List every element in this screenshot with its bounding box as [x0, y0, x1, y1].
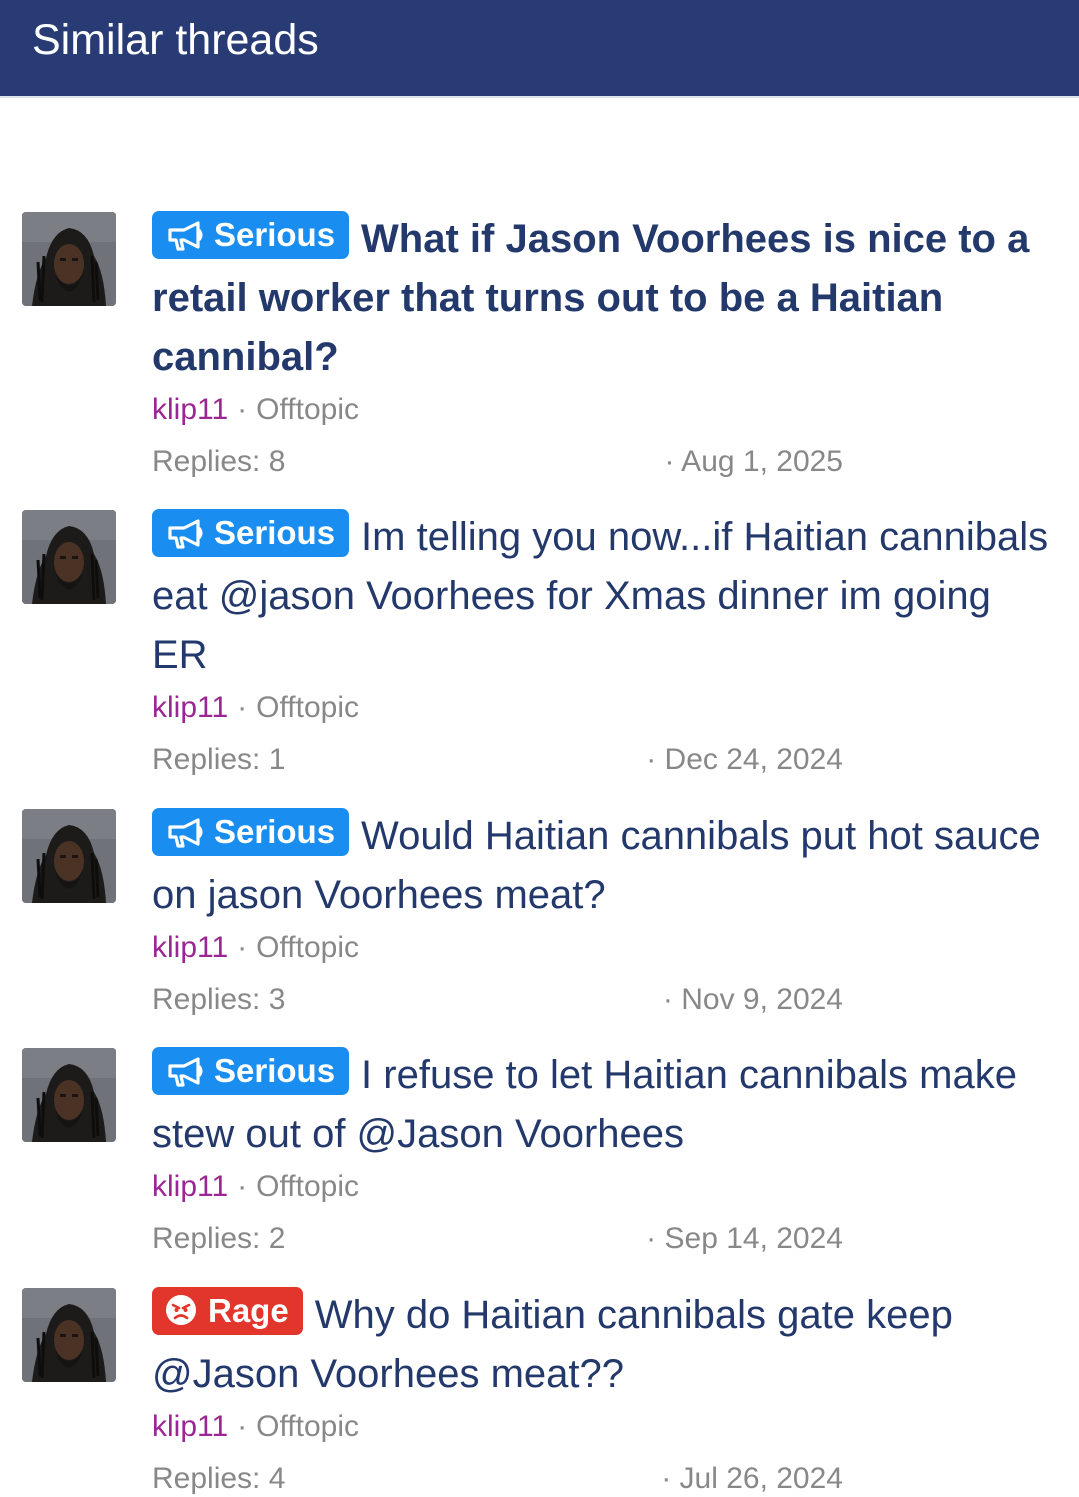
- thread-prefix-serious[interactable]: Serious: [152, 808, 350, 856]
- meta-separator: ·: [237, 1170, 248, 1203]
- thread-prefix-serious[interactable]: Serious: [152, 211, 350, 259]
- thread-prefix-serious[interactable]: Serious: [152, 1047, 350, 1095]
- thread-meta: klip11 · Offtopic: [152, 1169, 359, 1205]
- thread-prefix-label: Serious: [214, 1052, 336, 1089]
- reply-count: Replies: 4: [152, 1462, 286, 1495]
- forum-link[interactable]: Offtopic: [256, 691, 359, 724]
- thread-prefix-label: Rage: [208, 1292, 289, 1329]
- meta-separator: ·: [237, 931, 248, 964]
- avatar[interactable]: [22, 809, 116, 903]
- angry-face-icon: [164, 1292, 198, 1340]
- thread-meta: klip11 · Offtopic: [152, 392, 359, 428]
- megaphone-icon: [166, 514, 204, 562]
- reply-count: Replies: 8: [152, 445, 286, 478]
- thread-meta: klip11 · Offtopic: [152, 930, 359, 966]
- thread-title-link[interactable]: Serious What if Jason Voorhees is nice to…: [152, 210, 1057, 387]
- author-link[interactable]: klip11: [152, 931, 228, 964]
- avatar[interactable]: [22, 212, 116, 306]
- thread-date[interactable]: · Aug 1, 2025: [665, 444, 843, 480]
- thread-prefix-label: Serious: [214, 514, 336, 551]
- thread-meta: klip11 · Offtopic: [152, 1409, 359, 1445]
- thread-title-link[interactable]: Serious Would Haitian cannibals put hot s…: [152, 807, 1057, 925]
- thread-title-link[interactable]: Rage Why do Haitian cannibals gate keep @…: [152, 1286, 1057, 1404]
- forum-link[interactable]: Offtopic: [256, 1170, 359, 1203]
- thread-prefix-label: Serious: [214, 813, 336, 850]
- megaphone-icon: [166, 813, 204, 861]
- thread-meta: klip11 · Offtopic: [152, 690, 359, 726]
- author-link[interactable]: klip11: [152, 1410, 228, 1443]
- thread-prefix-serious[interactable]: Serious: [152, 509, 350, 557]
- thread-date[interactable]: · Nov 9, 2024: [663, 982, 843, 1018]
- similar-threads-header: Similar threads: [0, 0, 1079, 98]
- meta-separator: ·: [237, 691, 248, 724]
- author-link[interactable]: klip11: [152, 393, 228, 426]
- reply-count: Replies: 3: [152, 983, 286, 1016]
- avatar[interactable]: [22, 1048, 116, 1142]
- thread-date[interactable]: · Dec 24, 2024: [646, 742, 843, 778]
- thread-prefix-rage[interactable]: Rage: [152, 1287, 303, 1335]
- forum-link[interactable]: Offtopic: [256, 393, 359, 426]
- thread-date[interactable]: · Sep 14, 2024: [646, 1221, 843, 1257]
- megaphone-icon: [166, 1052, 204, 1100]
- section-title: Similar threads: [32, 16, 319, 64]
- forum-link[interactable]: Offtopic: [256, 1410, 359, 1443]
- meta-separator: ·: [237, 393, 248, 426]
- author-link[interactable]: klip11: [152, 691, 228, 724]
- meta-separator: ·: [237, 1410, 248, 1443]
- thread-prefix-label: Serious: [214, 216, 336, 253]
- thread-title-link[interactable]: Serious I refuse to let Haitian cannibals…: [152, 1046, 1057, 1164]
- reply-count: Replies: 1: [152, 743, 286, 776]
- reply-count: Replies: 2: [152, 1222, 286, 1255]
- avatar[interactable]: [22, 1288, 116, 1382]
- avatar[interactable]: [22, 510, 116, 604]
- author-link[interactable]: klip11: [152, 1170, 228, 1203]
- megaphone-icon: [166, 216, 204, 264]
- forum-link[interactable]: Offtopic: [256, 931, 359, 964]
- thread-date[interactable]: · Jul 26, 2024: [661, 1461, 843, 1497]
- thread-title-link[interactable]: Serious Im telling you now...if Haitian c…: [152, 508, 1057, 685]
